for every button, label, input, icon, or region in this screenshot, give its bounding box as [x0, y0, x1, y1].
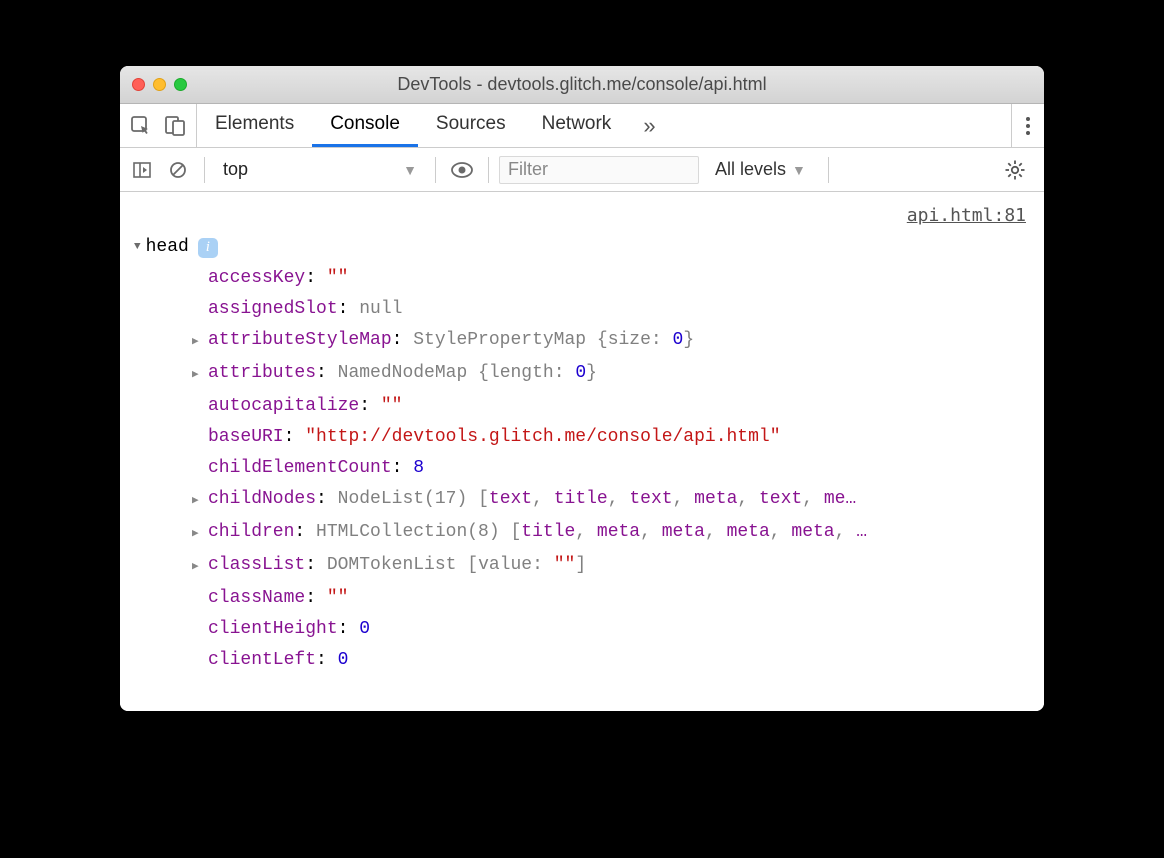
property-row[interactable]: ▶childNodes: NodeList(17) [text, title, … [192, 484, 1030, 517]
list-item: meta [727, 522, 770, 542]
property-value: "" [381, 396, 403, 416]
log-levels-selector[interactable]: All levels ▼ [703, 159, 818, 180]
device-toggle-icon[interactable] [164, 115, 186, 137]
tab-sources[interactable]: Sources [418, 104, 524, 147]
console-output: api.html:81 ▼ head i accessKey: ""assign… [120, 192, 1044, 711]
devtools-window: DevTools - devtools.glitch.me/console/ap… [120, 66, 1044, 711]
tab-console[interactable]: Console [312, 104, 418, 147]
property-row[interactable]: className: "" [192, 583, 1030, 614]
list-item: me… [824, 489, 856, 509]
titlebar: DevTools - devtools.glitch.me/console/ap… [120, 66, 1044, 104]
property-row[interactable]: ▶attributeStyleMap: StylePropertyMap {si… [192, 325, 1030, 358]
property-name: classList [208, 555, 305, 575]
property-type: DOMTokenList [327, 555, 467, 575]
property-value: "" [327, 588, 349, 608]
property-row[interactable]: ▶attributes: NamedNodeMap {length: 0} [192, 358, 1030, 391]
property-type: HTMLCollection(8) [316, 522, 510, 542]
property-type: NodeList(17) [338, 489, 478, 509]
tab-label: Console [330, 113, 400, 135]
traffic-lights [132, 78, 187, 91]
tab-label: Sources [436, 113, 506, 135]
property-value: "" [327, 268, 349, 288]
property-name: autocapitalize [208, 396, 359, 416]
tab-network[interactable]: Network [524, 104, 630, 147]
disclosure-triangle-down-icon: ▼ [134, 232, 141, 263]
object-name: head [146, 232, 189, 263]
object-root[interactable]: ▼ head i [134, 232, 1030, 263]
maximize-button[interactable] [174, 78, 187, 91]
tab-label: Elements [215, 113, 294, 135]
property-name: accessKey [208, 268, 305, 288]
property-name: childNodes [208, 489, 316, 509]
disclosure-triangle-right-icon: ▶ [192, 486, 204, 517]
list-item: text [629, 489, 672, 509]
disclosure-triangle-right-icon: ▶ [192, 327, 204, 358]
tab-bar: Elements Console Sources Network » [120, 104, 1044, 148]
tab-label: Network [542, 113, 612, 135]
property-name: childElementCount [208, 458, 392, 478]
list-item: text [489, 489, 532, 509]
filter-input[interactable] [499, 156, 699, 184]
disclosure-triangle-right-icon: ▶ [192, 360, 204, 391]
close-button[interactable] [132, 78, 145, 91]
source-link[interactable]: api.html:81 [907, 200, 1026, 231]
property-type: StylePropertyMap [413, 330, 597, 350]
property-row[interactable]: clientLeft: 0 [192, 645, 1030, 676]
property-type: NamedNodeMap [338, 363, 478, 383]
property-row[interactable]: assignedSlot: null [192, 294, 1030, 325]
property-name: className [208, 588, 305, 608]
property-row[interactable]: childElementCount: 8 [192, 453, 1030, 484]
chevron-down-icon: ▼ [403, 162, 417, 178]
log-levels-label: All levels [715, 159, 786, 180]
window-title: DevTools - devtools.glitch.me/console/ap… [120, 74, 1044, 95]
property-name: attributes [208, 363, 316, 383]
property-row[interactable]: clientHeight: 0 [192, 614, 1030, 645]
property-value: 8 [413, 458, 424, 478]
property-value: null [359, 299, 402, 319]
tab-elements[interactable]: Elements [197, 104, 312, 147]
console-toolbar: top ▼ All levels ▼ [120, 148, 1044, 192]
list-item: meta [662, 522, 705, 542]
property-name: clientHeight [208, 619, 338, 639]
property-name: baseURI [208, 427, 284, 447]
property-value: "http://devtools.glitch.me/console/api.h… [305, 427, 780, 447]
property-name: assignedSlot [208, 299, 338, 319]
property-row[interactable]: ▶children: HTMLCollection(8) [title, met… [192, 517, 1030, 550]
property-row[interactable]: accessKey: "" [192, 263, 1030, 294]
property-name: attributeStyleMap [208, 330, 392, 350]
property-row[interactable]: baseURI: "http://devtools.glitch.me/cons… [192, 422, 1030, 453]
context-value: top [223, 159, 403, 180]
list-item: meta [791, 522, 834, 542]
live-expression-button[interactable] [446, 154, 478, 186]
kebab-icon [1026, 124, 1030, 128]
minimize-button[interactable] [153, 78, 166, 91]
list-item: … [856, 522, 867, 542]
tabs: Elements Console Sources Network [197, 104, 629, 147]
more-menu-button[interactable] [1011, 104, 1044, 147]
inspect-icon[interactable] [130, 115, 152, 137]
console-sidebar-toggle[interactable] [126, 154, 158, 186]
property-name: children [208, 522, 294, 542]
object-tree: ▼ head i accessKey: ""assignedSlot: null… [120, 192, 1044, 684]
chevron-right-icon: » [643, 113, 655, 139]
property-value: 0 [338, 650, 349, 670]
context-selector[interactable]: top ▼ [215, 156, 425, 184]
list-item: text [759, 489, 802, 509]
list-item: title [521, 522, 575, 542]
disclosure-triangle-right-icon: ▶ [192, 519, 204, 550]
list-item: meta [694, 489, 737, 509]
tabs-overflow-button[interactable]: » [629, 104, 669, 147]
console-settings-button[interactable] [1004, 159, 1038, 181]
disclosure-triangle-right-icon: ▶ [192, 552, 204, 583]
property-row[interactable]: ▶classList: DOMTokenList [value: ""] [192, 550, 1030, 583]
property-row[interactable]: autocapitalize: "" [192, 391, 1030, 422]
list-item: meta [597, 522, 640, 542]
list-item: title [554, 489, 608, 509]
property-value: 0 [359, 619, 370, 639]
info-icon[interactable]: i [198, 238, 218, 258]
tab-icons-left [120, 104, 197, 147]
chevron-down-icon: ▼ [792, 162, 806, 178]
clear-console-button[interactable] [162, 154, 194, 186]
property-name: clientLeft [208, 650, 316, 670]
